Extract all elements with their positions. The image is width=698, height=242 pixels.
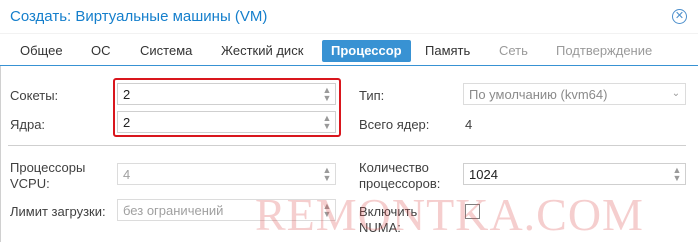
section-divider (8, 145, 686, 146)
tab-system[interactable]: Система (131, 40, 201, 62)
vcpu-value: 4 (123, 167, 131, 182)
cpu-count-label-line1: Количество (359, 160, 429, 175)
window-title: Создать: Виртуальные машины (VM) (10, 8, 268, 25)
type-label: Тип: (359, 88, 385, 103)
tab-hard-disk[interactable]: Жесткий диск (212, 40, 312, 62)
tab-os[interactable]: ОС (82, 40, 120, 62)
cpu-count-spinner[interactable]: 1024 ▲ ▼ (463, 163, 686, 185)
total-cores-value: 4 (465, 117, 473, 132)
cpu-type-select[interactable]: По умолчанию (kvm64) ⌄ (463, 83, 686, 105)
tab-processor[interactable]: Процессор (322, 40, 411, 62)
close-icon[interactable]: ✕ (672, 9, 687, 24)
spinner-arrows-icon[interactable]: ▲ ▼ (672, 166, 682, 183)
cores-label: Ядра: (10, 117, 46, 132)
tab-general[interactable]: Общее (11, 40, 72, 62)
total-cores-label: Всего ядер: (359, 117, 430, 132)
vcpu-label-line2: VCPU: (10, 176, 50, 191)
spinner-arrows-icon: ▲ ▼ (322, 165, 332, 183)
cpu-type-value: По умолчанию (kvm64) (469, 87, 608, 102)
sockets-label: Сокеты: (10, 88, 59, 103)
window-titlebar: Создать: Виртуальные машины (VM) ✕ (0, 0, 698, 34)
watermark-text: REMONTKA.COM (255, 189, 644, 240)
vcpu-label-line1: Процессоры (10, 160, 86, 175)
cpu-count-value: 1024 (469, 167, 498, 182)
tab-confirmation: Подтверждение (556, 43, 653, 58)
tab-network: Сеть (499, 43, 528, 58)
highlight-frame (113, 78, 341, 137)
chevron-down-icon[interactable]: ⌄ (671, 88, 681, 100)
load-limit-value: без ограничений (123, 203, 224, 218)
tab-memory[interactable]: Память (416, 40, 479, 62)
vcpu-spinner: 4 ▲ ▼ (117, 163, 336, 185)
tab-bar: Общее ОС Система Жесткий диск Процессор … (0, 34, 698, 66)
load-limit-label: Лимит загрузки: (10, 204, 106, 219)
